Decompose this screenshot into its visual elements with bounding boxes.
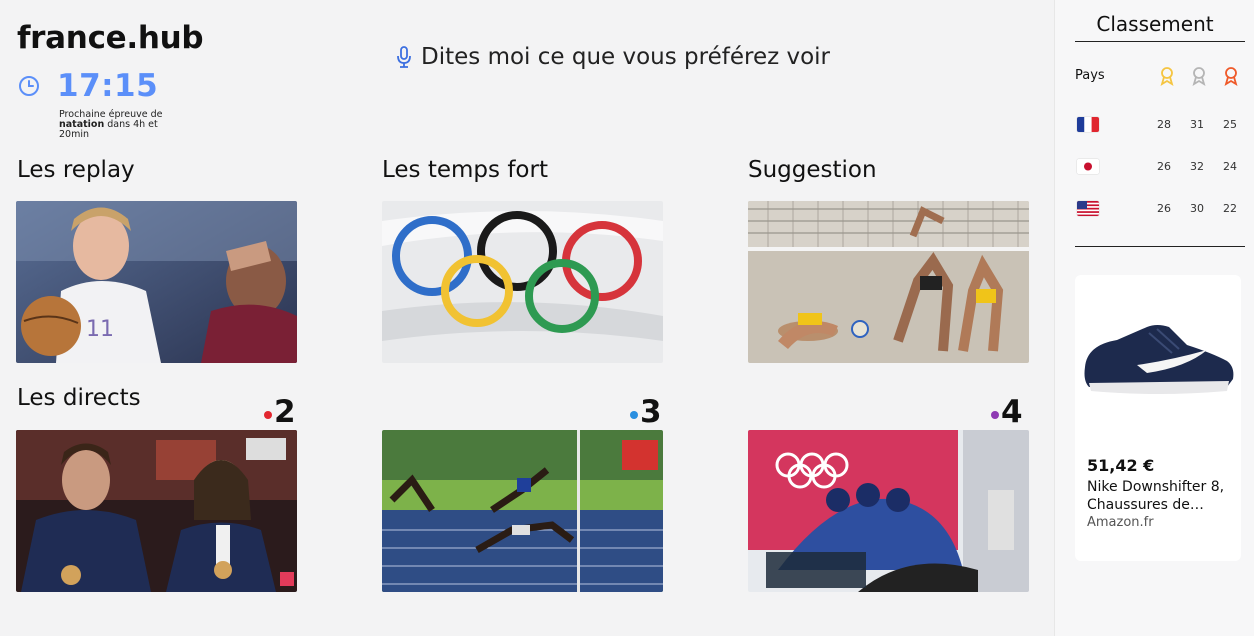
microphone-icon[interactable]: [395, 45, 413, 69]
usa-flag-icon: [1077, 201, 1099, 216]
clock-icon: [19, 76, 39, 96]
voice-search[interactable]: Dites moi ce que vous préférez voir: [395, 44, 830, 70]
sidebar: Classement Pays 28 31 25 26 32 24 26 30 …: [1054, 0, 1254, 636]
section-title-highlights: Les temps fort: [382, 157, 548, 183]
channel-dot: [630, 411, 638, 419]
channel-dot: [264, 411, 272, 419]
video-tile-basketball[interactable]: 11: [16, 201, 297, 363]
live-tile-france4[interactable]: [748, 430, 1029, 592]
bobsleigh-thumbnail: [748, 430, 1029, 592]
live-tile-france2[interactable]: [16, 430, 297, 592]
section-title-live: Les directs: [17, 385, 141, 411]
section-title-replay: Les replay: [17, 157, 135, 183]
current-time: 17:15: [57, 68, 159, 104]
ranking-row-france[interactable]: 28 31 25: [1075, 116, 1245, 134]
channel-badge-3: 3: [630, 394, 662, 430]
olympic-flag-thumbnail: [382, 201, 663, 363]
basketball-thumbnail: 11: [16, 201, 297, 363]
clock: 17:15: [17, 68, 158, 104]
video-tile-beach-volley[interactable]: [748, 201, 1029, 363]
ranking-row-usa[interactable]: 26 30 22: [1075, 200, 1245, 218]
bronze-count: 25: [1223, 118, 1237, 131]
product-price: 51,42 €: [1087, 456, 1155, 475]
silver-medal-icon: [1192, 67, 1206, 86]
ranking-header: Pays: [1075, 66, 1245, 86]
main-content: france.hub 17:15 Prochaine épreuve de na…: [0, 0, 1054, 636]
france-flag-icon: [1077, 117, 1099, 132]
channel-number: 4: [1001, 394, 1023, 430]
gold-count: 26: [1157, 160, 1171, 173]
channel-number: 2: [274, 394, 296, 430]
bronze-count: 24: [1223, 160, 1237, 173]
channel-number: 3: [640, 394, 662, 430]
silver-count: 31: [1190, 118, 1204, 131]
athletics-thumbnail: [382, 430, 663, 592]
product-title[interactable]: Nike Downshifter 8, Chaussures de…: [1087, 478, 1237, 514]
product-ad-card[interactable]: 51,42 € Nike Downshifter 8, Chaussures d…: [1075, 275, 1241, 561]
channel-dot: [991, 411, 999, 419]
gold-count: 28: [1157, 118, 1171, 131]
sneaker-image: [1084, 325, 1234, 394]
divider: [1075, 41, 1245, 42]
ranking-row-japan[interactable]: 26 32 24: [1075, 158, 1245, 176]
bronze-medal-icon: [1224, 67, 1238, 86]
bronze-count: 22: [1223, 202, 1237, 215]
silver-count: 32: [1190, 160, 1204, 173]
beach-volley-thumbnail: [748, 201, 1029, 363]
video-tile-olympic-flag[interactable]: [382, 201, 663, 363]
live-tile-france3[interactable]: [382, 430, 663, 592]
ranking-title: Classement: [1096, 12, 1214, 36]
interview-thumbnail: [16, 430, 297, 592]
country-header: Pays: [1075, 68, 1105, 83]
next-event: Prochaine épreuve de natation dans 4h et…: [59, 110, 189, 140]
channel-badge-4: 4: [991, 394, 1023, 430]
voice-prompt: Dites moi ce que vous préférez voir: [421, 44, 831, 70]
gold-medal-icon: [1160, 67, 1174, 86]
brand-logo: france.hub: [17, 20, 204, 56]
silver-count: 30: [1190, 202, 1204, 215]
gold-count: 26: [1157, 202, 1171, 215]
product-store: Amazon.fr: [1087, 515, 1154, 530]
channel-badge-2: 2: [264, 394, 296, 430]
svg-text:11: 11: [86, 317, 114, 342]
section-title-suggestion: Suggestion: [748, 157, 877, 183]
japan-flag-icon: [1077, 159, 1099, 174]
divider: [1075, 246, 1245, 247]
